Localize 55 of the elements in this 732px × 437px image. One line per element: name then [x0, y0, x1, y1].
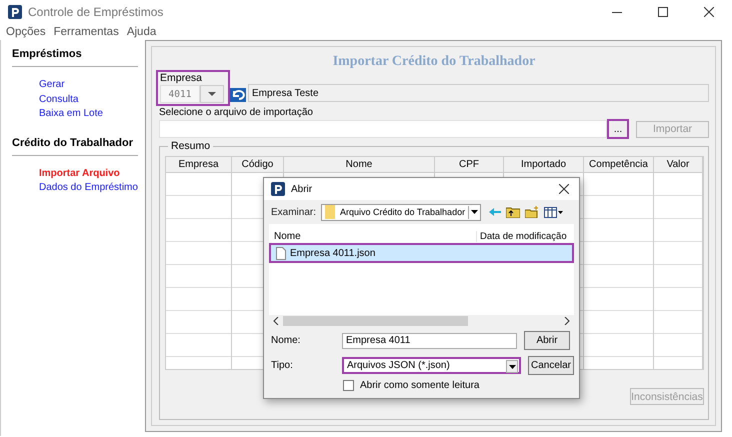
- column-header[interactable]: Importado: [504, 157, 584, 173]
- checkbox-label: Abrir como somente leitura: [360, 380, 480, 391]
- column-header[interactable]: Nome: [284, 157, 435, 173]
- scroll-right-icon[interactable]: [564, 317, 570, 325]
- column-header[interactable]: CPF: [435, 157, 504, 173]
- browse-button[interactable]: ...: [607, 119, 629, 139]
- field-label: Selecione o arquivo de importação: [159, 107, 314, 118]
- company-code-field[interactable]: 4011: [160, 85, 200, 103]
- file-name-field[interactable]: Empresa 4011: [342, 332, 517, 348]
- view-menu-icon[interactable]: [544, 206, 564, 218]
- file-name: Empresa 4011.json: [290, 248, 376, 258]
- column-header[interactable]: Valor: [654, 157, 703, 173]
- dropdown-button[interactable]: [200, 85, 224, 103]
- scroll-left-icon[interactable]: [273, 317, 279, 325]
- refresh-icon[interactable]: [230, 88, 246, 102]
- nav-link[interactable]: Gerar: [1, 79, 65, 94]
- menu-item[interactable]: Ajuda: [126, 26, 156, 38]
- folder-up-icon[interactable]: [506, 206, 520, 218]
- folder-dropdown[interactable]: Arquivo Crédito do Trabalhador: [321, 204, 481, 220]
- nav-link[interactable]: Importar Arquivo: [1, 168, 120, 182]
- cancel-button[interactable]: Cancelar: [528, 356, 574, 375]
- open-button[interactable]: Abrir: [524, 331, 570, 350]
- menu-item[interactable]: Opções: [6, 26, 46, 38]
- field-label: Tipo:: [270, 360, 294, 371]
- nav-link[interactable]: Consulta: [1, 94, 78, 108]
- file-icon: [276, 246, 286, 260]
- field-label: Nome:: [270, 335, 302, 346]
- file-row[interactable]: Empresa 4011.json: [269, 243, 574, 263]
- section-heading: Crédito do Trabalhador: [12, 136, 138, 156]
- app-logo-icon: [271, 182, 285, 196]
- company-name-field: Empresa Teste: [248, 84, 709, 102]
- file-path-field[interactable]: [159, 120, 607, 138]
- column-header[interactable]: Data de modificação: [476, 231, 567, 242]
- new-folder-icon[interactable]: [525, 206, 539, 218]
- window-title: Controle de Empréstimos: [28, 5, 164, 19]
- caret-icon: [508, 364, 516, 368]
- column-header[interactable]: Empresa: [166, 157, 232, 173]
- file-type-dropdown[interactable]: Arquivos JSON (*.json): [342, 357, 521, 374]
- dialog-title: Abrir: [291, 184, 314, 194]
- column-header[interactable]: Nome: [269, 231, 476, 242]
- column-header[interactable]: Código: [232, 157, 284, 173]
- group-legend: Resumo: [168, 140, 214, 152]
- menu-item[interactable]: Ferramentas: [54, 26, 119, 38]
- checkbox[interactable]: [343, 380, 354, 391]
- section-heading: Empréstimos: [12, 48, 138, 67]
- column-header[interactable]: Competência: [584, 157, 654, 173]
- form-title: Importar Crédito do Trabalhador: [332, 53, 536, 70]
- field-label: Empresa: [160, 72, 204, 85]
- folder-icon: [325, 205, 335, 219]
- nav-link[interactable]: Dados do Empréstimo: [1, 182, 138, 196]
- nav-link[interactable]: Baixa em Lote: [1, 108, 103, 122]
- caret-icon: [208, 92, 216, 96]
- field-label: Examinar:: [270, 206, 318, 218]
- caret-icon: [471, 210, 478, 214]
- app-logo-icon: [8, 5, 22, 19]
